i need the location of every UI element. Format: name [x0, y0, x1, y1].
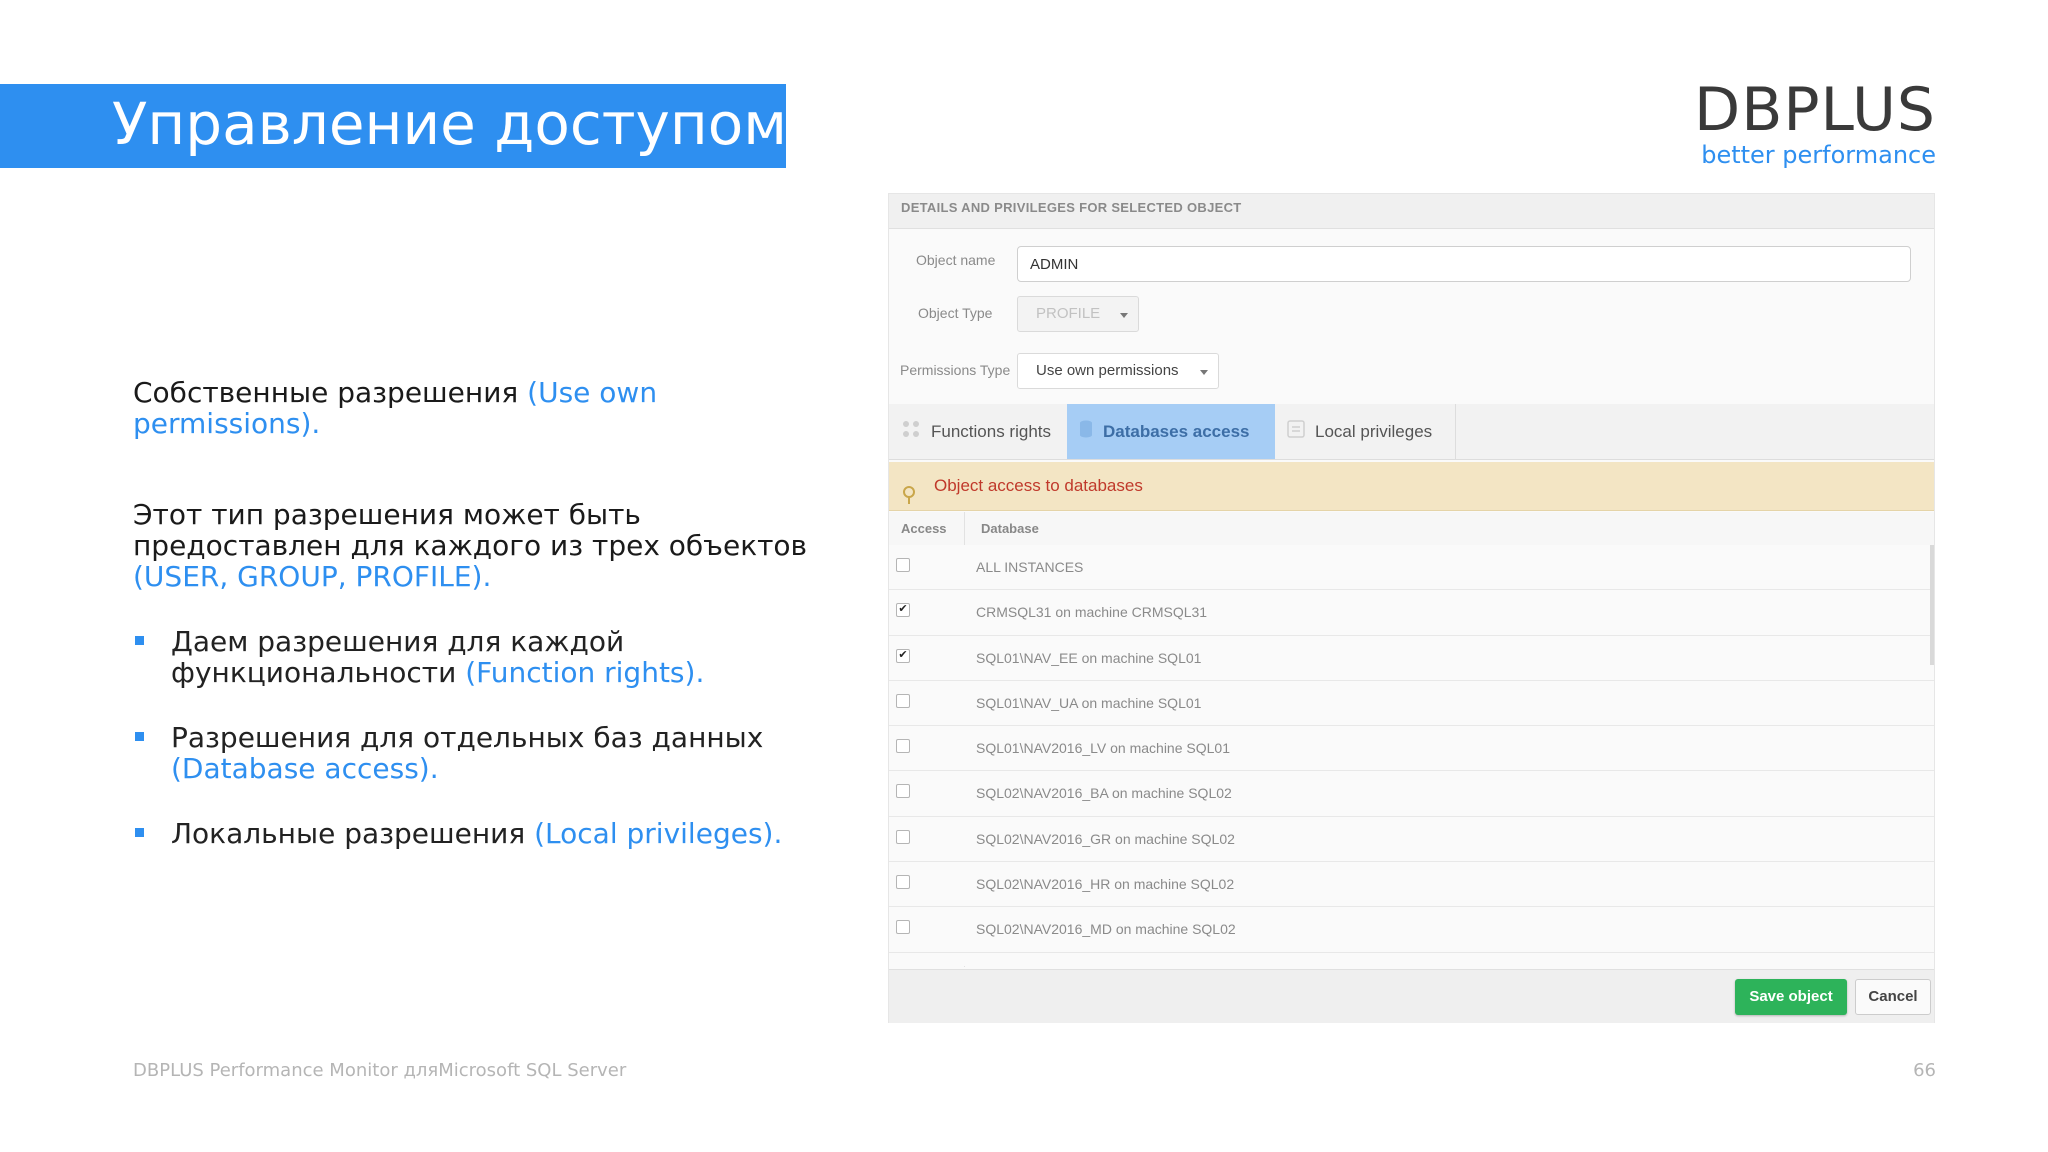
access-checkbox[interactable]: [896, 693, 910, 708]
tab-label: Functions rights: [931, 422, 1051, 441]
database-name: ALL INSTANCES: [976, 559, 1084, 575]
paragraph-own-permissions: Собственные разрешения (Use own permissi…: [133, 377, 823, 439]
bullet-highlight: (Function rights).: [465, 656, 705, 689]
database-name: SQL02\NAV2016_HR on machine SQL02: [976, 876, 1235, 893]
chevron-down-icon: [1200, 370, 1208, 375]
permissions-type-select[interactable]: Use own permissions: [1017, 353, 1219, 389]
object-type-value: PROFILE: [1036, 305, 1101, 322]
table-row: SQL02\NAV2016_GR on machine SQL02: [889, 816, 1934, 863]
access-checkbox[interactable]: [896, 920, 910, 935]
bullet-marker: [135, 828, 144, 837]
tab-divider: [1455, 404, 1456, 459]
title-banner: Управление доступом: [0, 84, 788, 168]
chevron-down-icon: [1120, 313, 1128, 318]
column-header-access[interactable]: Access: [901, 512, 947, 545]
access-checkbox[interactable]: [896, 558, 910, 572]
column-header-database[interactable]: Database: [981, 512, 1039, 545]
paragraph-text: Этот тип разрешения может быть предостав…: [133, 498, 808, 562]
logo-name: DBPLUS: [1694, 75, 1936, 145]
database-name: CRMSQL31 on machine CRMSQL31: [976, 604, 1208, 621]
tab-functions-rights[interactable]: Functions rights: [889, 404, 1067, 459]
table-row: ✔ SQL01\NAV_EE on machine SQL01: [889, 635, 1934, 681]
access-checkbox[interactable]: [896, 829, 910, 844]
table-header: Access Database: [889, 512, 1934, 546]
tab-databases-access[interactable]: Databases access: [1067, 404, 1275, 459]
object-name-label: Object name: [916, 252, 996, 268]
access-checkbox[interactable]: [896, 784, 910, 799]
bullet-item: Локальные разрешения (Local privileges).: [133, 818, 833, 849]
permissions-type-value: Use own permissions: [1036, 362, 1179, 379]
table-row: SQL01\NAV_UA on machine SQL01: [889, 680, 1934, 727]
list-icon: [1287, 405, 1305, 460]
functions-icon: [901, 405, 921, 460]
table-scrollbar[interactable]: [1930, 545, 1934, 665]
table-row: ✔ CRMSQL31 on machine CRMSQL31: [889, 590, 1934, 636]
permissions-type-label: Permissions Type: [900, 362, 1011, 378]
database-icon: [1079, 405, 1093, 460]
cancel-button[interactable]: Cancel: [1855, 979, 1931, 1015]
paragraph-text: Собственные разрешения: [133, 376, 528, 409]
bullet-text: Разрешения для отдельных баз данных: [171, 721, 764, 754]
tab-label: Local privileges: [1315, 422, 1433, 441]
logo-tagline: better performance: [1701, 141, 1936, 169]
table-row: SQL01\NAV2016_LV on machine SQL01: [889, 726, 1934, 772]
object-type-select: PROFILE: [1017, 296, 1139, 332]
database-name: SQL02\NAV2016_GR on machine SQL02: [976, 830, 1235, 847]
bullet-list: Даем разрешения для каждой функционально…: [133, 626, 833, 883]
database-name: SQL01\NAV_UA on machine SQL01: [976, 694, 1202, 711]
access-checkbox[interactable]: [896, 875, 910, 890]
table-body: ALL INSTANCES ✔ CRMSQL31 on machine CRMSQ…: [889, 545, 1934, 966]
tab-local-privileges[interactable]: Local privileges: [1275, 404, 1455, 459]
save-object-button[interactable]: Save object: [1735, 979, 1847, 1015]
paragraph-object-types: Этот тип разрешения может быть предостав…: [133, 499, 823, 592]
action-bar: Save object Cancel: [889, 969, 1934, 1023]
slide-title: Управление доступом: [112, 90, 788, 158]
bullet-highlight: (Database access).: [171, 752, 439, 785]
object-name-input[interactable]: ADMIN: [1017, 246, 1911, 282]
bullet-marker: [135, 636, 144, 645]
bullet-marker: [135, 732, 144, 741]
bullet-item: Даем разрешения для каждой функционально…: [133, 626, 833, 688]
database-name: SQL01\NAV_EE on machine SQL01: [976, 649, 1202, 666]
access-checkbox[interactable]: [896, 739, 910, 754]
alert-text: Object access to databases: [934, 476, 1143, 495]
paragraph-highlight: (USER, GROUP, PROFILE).: [133, 560, 492, 593]
access-checkbox[interactable]: ✔: [896, 603, 910, 618]
logo: DBPLUS better performance: [1694, 78, 1936, 168]
page-number: 66: [1913, 1060, 1936, 1081]
table-row: ALL INSTANCES: [889, 545, 1934, 591]
footer-text: DBPLUS Performance Monitor дляMicrosoft …: [133, 1060, 627, 1081]
access-checkbox[interactable]: ✔: [896, 648, 910, 663]
database-name: SQL02\NAV2016_BA on machine SQL02: [976, 785, 1232, 802]
tab-bar: Functions rights Databases access Local …: [889, 404, 1934, 460]
table-row: SQL02\NAV2016_HR on machine SQL02: [889, 862, 1934, 908]
table-row: SQL02\NAV2016_MD on machine SQL02: [889, 907, 1934, 953]
object-type-label: Object Type: [918, 305, 993, 321]
panel-header: DETAILS AND PRIVILEGES FOR SELECTED OBJE…: [889, 194, 1934, 229]
database-name: SQL02\NAV2016_MD on machine SQL02: [976, 921, 1236, 938]
bullet-highlight: (Local privileges).: [534, 817, 783, 850]
info-alert: Object access to databases: [889, 462, 1934, 511]
details-panel: DETAILS AND PRIVILEGES FOR SELECTED OBJE…: [888, 193, 1935, 1023]
tab-label: Databases access: [1103, 422, 1250, 441]
database-name: SQL01\NAV2016_LV on machine SQL01: [976, 740, 1230, 757]
table-row: [889, 952, 1934, 966]
bullet-text: Локальные разрешения: [171, 817, 535, 850]
bullet-item: Разрешения для отдельных баз данных (Dat…: [133, 722, 833, 784]
table-row: SQL02\NAV2016_BA on machine SQL02: [889, 771, 1934, 817]
